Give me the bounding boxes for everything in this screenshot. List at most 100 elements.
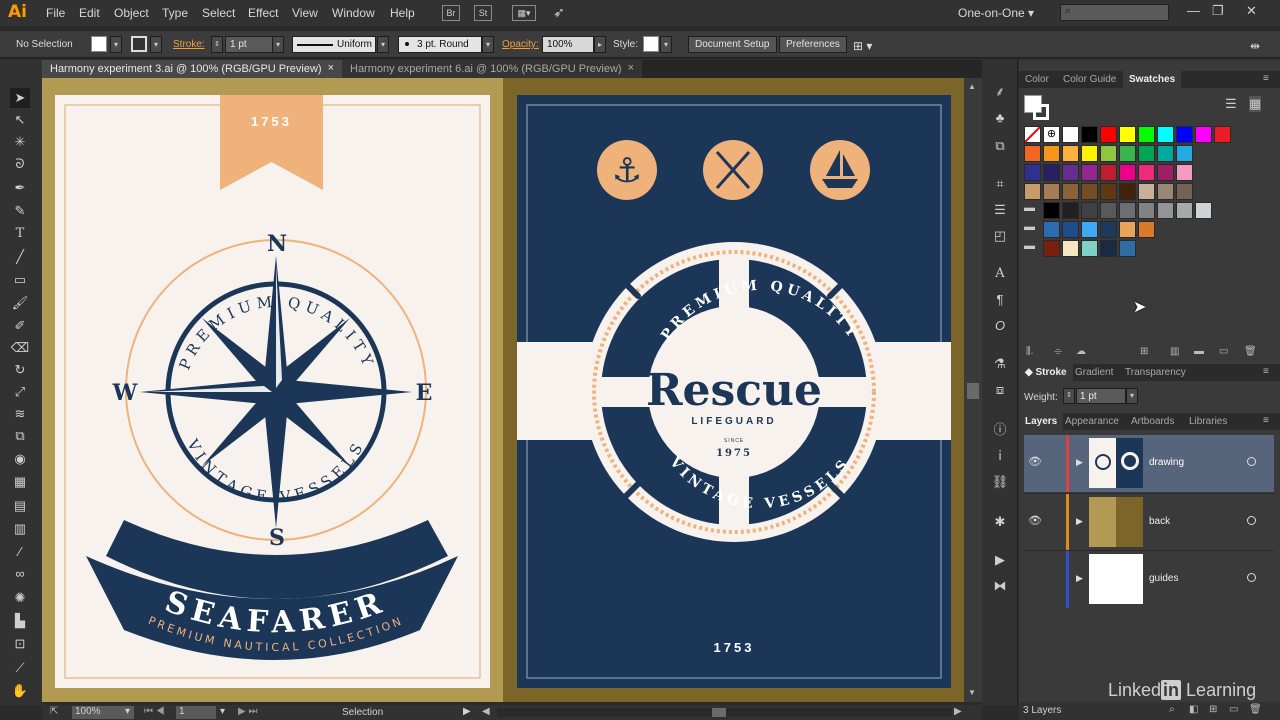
curvature-tool-icon[interactable]: ✎ xyxy=(10,201,30,221)
artboard-field[interactable]: 1 xyxy=(176,706,216,719)
transform-icon[interactable]: ⌗ xyxy=(990,174,1010,194)
selection-tool-icon[interactable]: ➤ xyxy=(10,88,30,108)
horizontal-scrollbar[interactable] xyxy=(497,708,952,717)
shape-builder-icon[interactable]: ◉ xyxy=(10,449,30,469)
scroll-thumb[interactable] xyxy=(967,383,979,399)
opacity-label[interactable]: Opacity: xyxy=(502,39,539,50)
menu-select[interactable]: Select xyxy=(202,6,235,20)
swatch[interactable] xyxy=(1176,126,1193,143)
tab-close-icon[interactable]: × xyxy=(328,62,334,74)
status-menu-icon[interactable]: ⇱ xyxy=(50,706,58,717)
profile-dropdown[interactable]: ▾ xyxy=(377,36,389,53)
swatch[interactable] xyxy=(1100,221,1117,238)
tab-stroke[interactable]: ◆ Stroke xyxy=(1019,364,1073,381)
document-info-icon[interactable]: ⅰ xyxy=(990,446,1010,466)
color-group-folder-icon[interactable]: ▬ xyxy=(1024,240,1041,257)
swatch[interactable] xyxy=(1138,164,1155,181)
magic-wand-icon[interactable]: ✳ xyxy=(10,132,30,152)
swatch[interactable] xyxy=(1081,202,1098,219)
swatch[interactable] xyxy=(1119,221,1136,238)
swatch[interactable] xyxy=(1062,202,1079,219)
menu-edit[interactable]: Edit xyxy=(79,6,100,20)
expand-arrow-icon[interactable]: ▶ xyxy=(1076,457,1083,468)
swatch[interactable] xyxy=(1138,126,1155,143)
swatch[interactable] xyxy=(1100,240,1117,257)
hscroll-thumb[interactable] xyxy=(712,708,726,717)
list-view-icon[interactable]: ☰ xyxy=(1225,96,1237,112)
canvas[interactable]: 1753 PREMIUM QUALITY VINTAGE VESSELS N S… xyxy=(42,78,964,702)
warp-tool-icon[interactable]: ≋ xyxy=(10,404,30,424)
free-transform-icon[interactable]: ⧉ xyxy=(10,426,30,446)
swatch[interactable] xyxy=(1024,183,1041,200)
preferences-button[interactable]: Preferences xyxy=(779,36,847,53)
new-sublayer-icon[interactable]: ⊞ xyxy=(1209,704,1217,715)
link-icon[interactable]: ⧓ xyxy=(990,576,1010,596)
tab-transparency[interactable]: Transparency xyxy=(1119,364,1192,381)
opentype-icon[interactable]: O xyxy=(990,316,1010,336)
graphic-style-swatch[interactable] xyxy=(643,36,659,52)
status-arrow-icon[interactable]: ▶ xyxy=(463,706,471,717)
stroke-weight-dropdown[interactable]: ▾ xyxy=(272,36,284,53)
character-icon[interactable]: A xyxy=(990,264,1010,284)
swatch[interactable] xyxy=(1119,202,1136,219)
layer-target-icon[interactable] xyxy=(1247,516,1256,525)
panel-menu-icon[interactable]: ≡ xyxy=(1263,73,1269,84)
swatch[interactable] xyxy=(1062,221,1079,238)
new-group-icon[interactable]: ▬ xyxy=(1194,346,1204,357)
graph-tool-icon[interactable]: ▙ xyxy=(10,611,30,631)
menu-effect[interactable]: Effect xyxy=(248,6,278,20)
rectangle-tool-icon[interactable]: ▭ xyxy=(10,270,30,290)
scale-tool-icon[interactable]: ⤢ xyxy=(10,382,30,402)
swatch[interactable] xyxy=(1062,240,1079,257)
workspace-switcher[interactable]: One-on-One ▾ xyxy=(958,6,1034,20)
stroke-label[interactable]: Stroke: xyxy=(173,39,205,50)
restore-icon[interactable]: ❐ xyxy=(1212,3,1224,19)
tab-color-guide[interactable]: Color Guide xyxy=(1057,71,1122,88)
swatch[interactable] xyxy=(1138,145,1155,162)
swatch[interactable] xyxy=(1043,145,1060,162)
perspective-grid-icon[interactable]: ▦ xyxy=(10,472,30,492)
swatch[interactable] xyxy=(1157,145,1174,162)
menu-view[interactable]: View xyxy=(292,6,318,20)
variable-width-profile[interactable]: Uniform xyxy=(292,36,376,53)
swatch[interactable] xyxy=(1062,164,1079,181)
blend-tool-icon[interactable]: ∞ xyxy=(10,564,30,584)
visibility-eye-icon[interactable]: 👁 xyxy=(1028,455,1042,468)
tab-close-icon[interactable]: × xyxy=(628,62,634,74)
layer-target-icon[interactable] xyxy=(1247,573,1256,582)
swatch[interactable] xyxy=(1062,145,1079,162)
swatch[interactable] xyxy=(1176,202,1193,219)
swatch[interactable] xyxy=(1081,183,1098,200)
layer-target-icon[interactable] xyxy=(1247,457,1256,466)
graphic-styles-icon[interactable]: ⧉ xyxy=(990,136,1010,156)
pen-tool-icon[interactable]: ✒ xyxy=(10,178,30,198)
swatch[interactable] xyxy=(1043,221,1060,238)
stock-icon[interactable]: St xyxy=(474,5,492,21)
tab-harmony-6[interactable]: Harmony experiment 6.ai @ 100% (RGB/GPU … xyxy=(342,60,642,78)
swatch-libraries-icon[interactable]: ⫼. xyxy=(1026,346,1033,357)
close-icon[interactable]: ✕ xyxy=(1246,3,1257,19)
panel-menu-icon[interactable]: ≡ xyxy=(1263,415,1269,426)
swatch[interactable] xyxy=(1214,126,1231,143)
new-color-group-icon[interactable]: ▥ xyxy=(1170,346,1179,357)
gpu-performance-icon[interactable]: ➶ xyxy=(550,5,568,21)
cloud-icon[interactable]: ☁ xyxy=(1076,346,1086,357)
swatch[interactable] xyxy=(1024,164,1041,181)
swatch[interactable] xyxy=(1081,164,1098,181)
links-icon[interactable]: ⛓ xyxy=(990,472,1010,492)
swatch[interactable] xyxy=(1157,126,1174,143)
artboard-dropdown[interactable]: ▾ xyxy=(220,706,225,717)
symbol-sprayer-icon[interactable]: ✺ xyxy=(10,588,30,608)
new-layer-icon[interactable]: ▭ xyxy=(1229,704,1238,715)
swatch[interactable] xyxy=(1043,240,1060,257)
stroke-color-dropdown[interactable]: ▾ xyxy=(150,36,162,53)
swatch[interactable] xyxy=(1119,164,1136,181)
menu-type[interactable]: Type xyxy=(162,6,188,20)
swatch[interactable] xyxy=(1138,183,1155,200)
actions-icon[interactable]: ▶ xyxy=(990,550,1010,570)
document-setup-button[interactable]: Document Setup xyxy=(688,36,777,53)
swatch[interactable] xyxy=(1081,221,1098,238)
layer-row-back[interactable]: 👁 ▶ back xyxy=(1024,493,1274,551)
swatch[interactable] xyxy=(1119,183,1136,200)
hscroll-left-icon[interactable]: ◀ xyxy=(482,706,490,717)
